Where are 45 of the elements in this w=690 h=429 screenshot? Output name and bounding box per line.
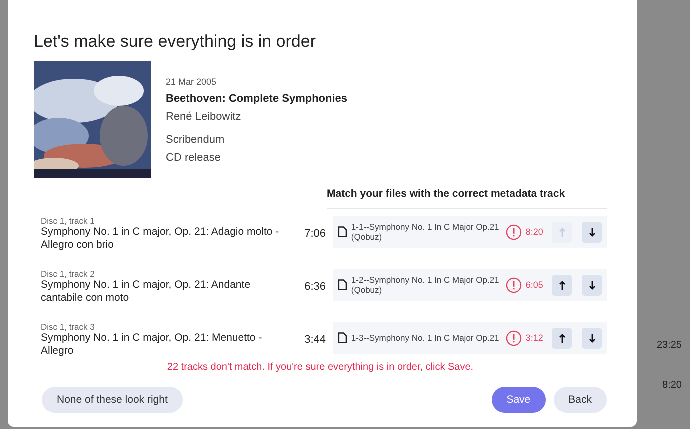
back-button[interactable]: Back <box>554 387 607 413</box>
release-format: CD release <box>166 152 222 164</box>
arrow-up-icon <box>558 334 566 342</box>
file-match[interactable]: 1-3--Symphony No. 1 In C Major Op.21 3:12 <box>333 322 607 354</box>
move-up-button[interactable] <box>552 274 572 296</box>
track-time: 23:25 <box>656 340 682 351</box>
file-name: 1-3--Symphony No. 1 In C Major Op.21 <box>351 333 500 343</box>
file-duration: 3:12 <box>526 333 544 343</box>
move-down-button[interactable] <box>582 274 602 296</box>
release-date: 21 Mar 2005 <box>166 77 218 87</box>
track-title: Symphony No. 1 in C major, Op. 21: Menuetto - Allegro <box>41 332 264 358</box>
file-icon <box>338 332 348 344</box>
move-down-button[interactable] <box>582 222 602 242</box>
track-duration: 7:06 <box>304 227 326 240</box>
arrow-down-icon <box>588 334 596 342</box>
match-heading: Match your files with the correct metadata track <box>327 188 607 209</box>
album-title: Beethoven: Complete Symphonies <box>166 93 348 105</box>
save-button[interactable]: Save <box>492 387 546 413</box>
dialog-title: Let's make sure everything is in order <box>34 32 317 52</box>
record-label: Scribendum <box>166 134 226 146</box>
file-match[interactable]: 1-1--Symphony No. 1 In C Major Op.21 (Qobuz) 8:20 <box>333 216 607 248</box>
file-duration: 6:05 <box>526 280 544 290</box>
file-icon <box>338 226 348 238</box>
arrow-up-icon <box>558 228 566 236</box>
track-time: 8:20 <box>662 380 682 391</box>
mismatch-warning: 22 tracks don't match. If you're sure everything is in order, click Save. <box>167 362 474 373</box>
track-duration: 6:36 <box>304 280 326 293</box>
artist-name: René Leibowitz <box>166 111 242 123</box>
none-look-right-button[interactable]: None of these look right <box>42 387 183 413</box>
file-icon <box>338 279 348 291</box>
track-duration: 3:44 <box>304 333 326 346</box>
file-name: 1-2--Symphony No. 1 In C Major Op.21 (Qobuz) <box>351 275 500 295</box>
file-match[interactable]: 1-2--Symphony No. 1 In C Major Op.21 (Qobuz) 6:05 <box>333 269 607 301</box>
arrow-down-icon <box>588 280 596 290</box>
track-position: Disc 1, track 1 <box>41 216 96 226</box>
move-down-button[interactable] <box>582 328 602 348</box>
track-title: Symphony No. 1 in C major, Op. 21: Andante cantabile con moto <box>41 279 252 305</box>
track-title: Symphony No. 1 in C major, Op. 21: Adagio molto - Allegro con brio <box>41 226 280 252</box>
track-position: Disc 1, track 3 <box>41 322 96 332</box>
track-position: Disc 1, track 2 <box>41 269 96 279</box>
arrow-up-icon <box>558 280 566 290</box>
file-name: 1-1--Symphony No. 1 In C Major Op.21 (Qobuz) <box>351 222 500 242</box>
move-up-button[interactable] <box>552 328 572 348</box>
arrow-down-icon <box>588 228 596 236</box>
file-duration: 8:20 <box>526 227 544 237</box>
